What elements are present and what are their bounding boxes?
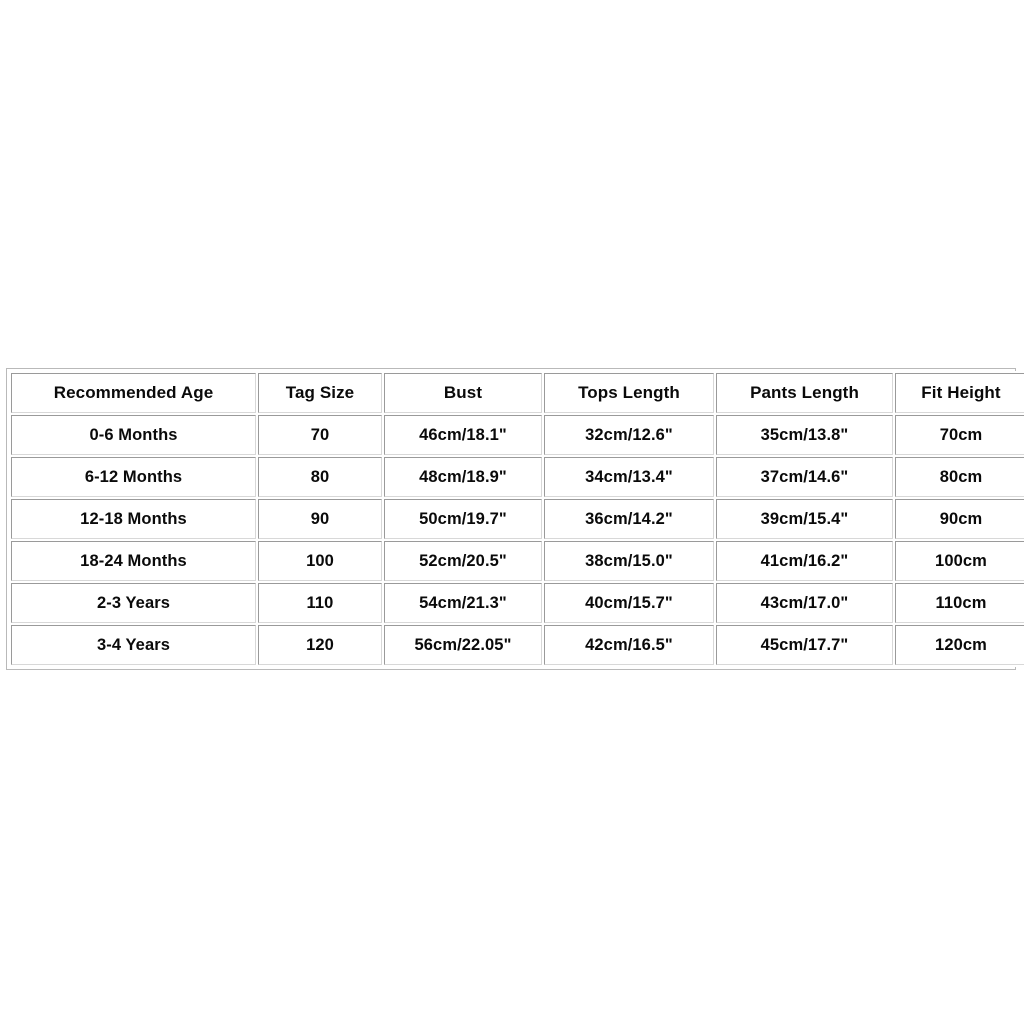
cell-tops-length: 34cm/13.4" [544,457,714,497]
table-body: 0-6 Months 70 46cm/18.1" 32cm/12.6" 35cm… [11,415,1024,665]
cell-bust: 50cm/19.7" [384,499,542,539]
cell-fit-height: 80cm [895,457,1024,497]
table-row: 6-12 Months 80 48cm/18.9" 34cm/13.4" 37c… [11,457,1024,497]
cell-fit-height: 110cm [895,583,1024,623]
column-header-pants-length: Pants Length [716,373,893,413]
cell-recommended-age: 6-12 Months [11,457,256,497]
cell-pants-length: 43cm/17.0" [716,583,893,623]
column-header-bust: Bust [384,373,542,413]
cell-tag-size: 90 [258,499,382,539]
table-row: 0-6 Months 70 46cm/18.1" 32cm/12.6" 35cm… [11,415,1024,455]
cell-pants-length: 45cm/17.7" [716,625,893,665]
cell-recommended-age: 18-24 Months [11,541,256,581]
column-header-fit-height: Fit Height [895,373,1024,413]
cell-bust: 54cm/21.3" [384,583,542,623]
cell-fit-height: 70cm [895,415,1024,455]
table-header-row: Recommended Age Tag Size Bust Tops Lengt… [11,373,1024,413]
size-chart-table: Recommended Age Tag Size Bust Tops Lengt… [9,371,1024,667]
cell-tag-size: 80 [258,457,382,497]
cell-tops-length: 40cm/15.7" [544,583,714,623]
cell-tops-length: 38cm/15.0" [544,541,714,581]
cell-fit-height: 120cm [895,625,1024,665]
cell-pants-length: 41cm/16.2" [716,541,893,581]
column-header-tag-size: Tag Size [258,373,382,413]
column-header-recommended-age: Recommended Age [11,373,256,413]
size-chart-container: Recommended Age Tag Size Bust Tops Lengt… [6,368,1024,670]
cell-bust: 52cm/20.5" [384,541,542,581]
cell-tag-size: 100 [258,541,382,581]
cell-fit-height: 90cm [895,499,1024,539]
table-row: 18-24 Months 100 52cm/20.5" 38cm/15.0" 4… [11,541,1024,581]
table-row: 12-18 Months 90 50cm/19.7" 36cm/14.2" 39… [11,499,1024,539]
cell-bust: 56cm/22.05" [384,625,542,665]
cell-tops-length: 36cm/14.2" [544,499,714,539]
table-row: 2-3 Years 110 54cm/21.3" 40cm/15.7" 43cm… [11,583,1024,623]
cell-pants-length: 37cm/14.6" [716,457,893,497]
cell-tag-size: 70 [258,415,382,455]
cell-fit-height: 100cm [895,541,1024,581]
cell-recommended-age: 2-3 Years [11,583,256,623]
column-header-tops-length: Tops Length [544,373,714,413]
cell-recommended-age: 0-6 Months [11,415,256,455]
cell-recommended-age: 12-18 Months [11,499,256,539]
cell-bust: 48cm/18.9" [384,457,542,497]
cell-tag-size: 120 [258,625,382,665]
cell-bust: 46cm/18.1" [384,415,542,455]
cell-recommended-age: 3-4 Years [11,625,256,665]
cell-tops-length: 42cm/16.5" [544,625,714,665]
cell-pants-length: 35cm/13.8" [716,415,893,455]
cell-pants-length: 39cm/15.4" [716,499,893,539]
table-header: Recommended Age Tag Size Bust Tops Lengt… [11,373,1024,413]
cell-tops-length: 32cm/12.6" [544,415,714,455]
table-row: 3-4 Years 120 56cm/22.05" 42cm/16.5" 45c… [11,625,1024,665]
cell-tag-size: 110 [258,583,382,623]
